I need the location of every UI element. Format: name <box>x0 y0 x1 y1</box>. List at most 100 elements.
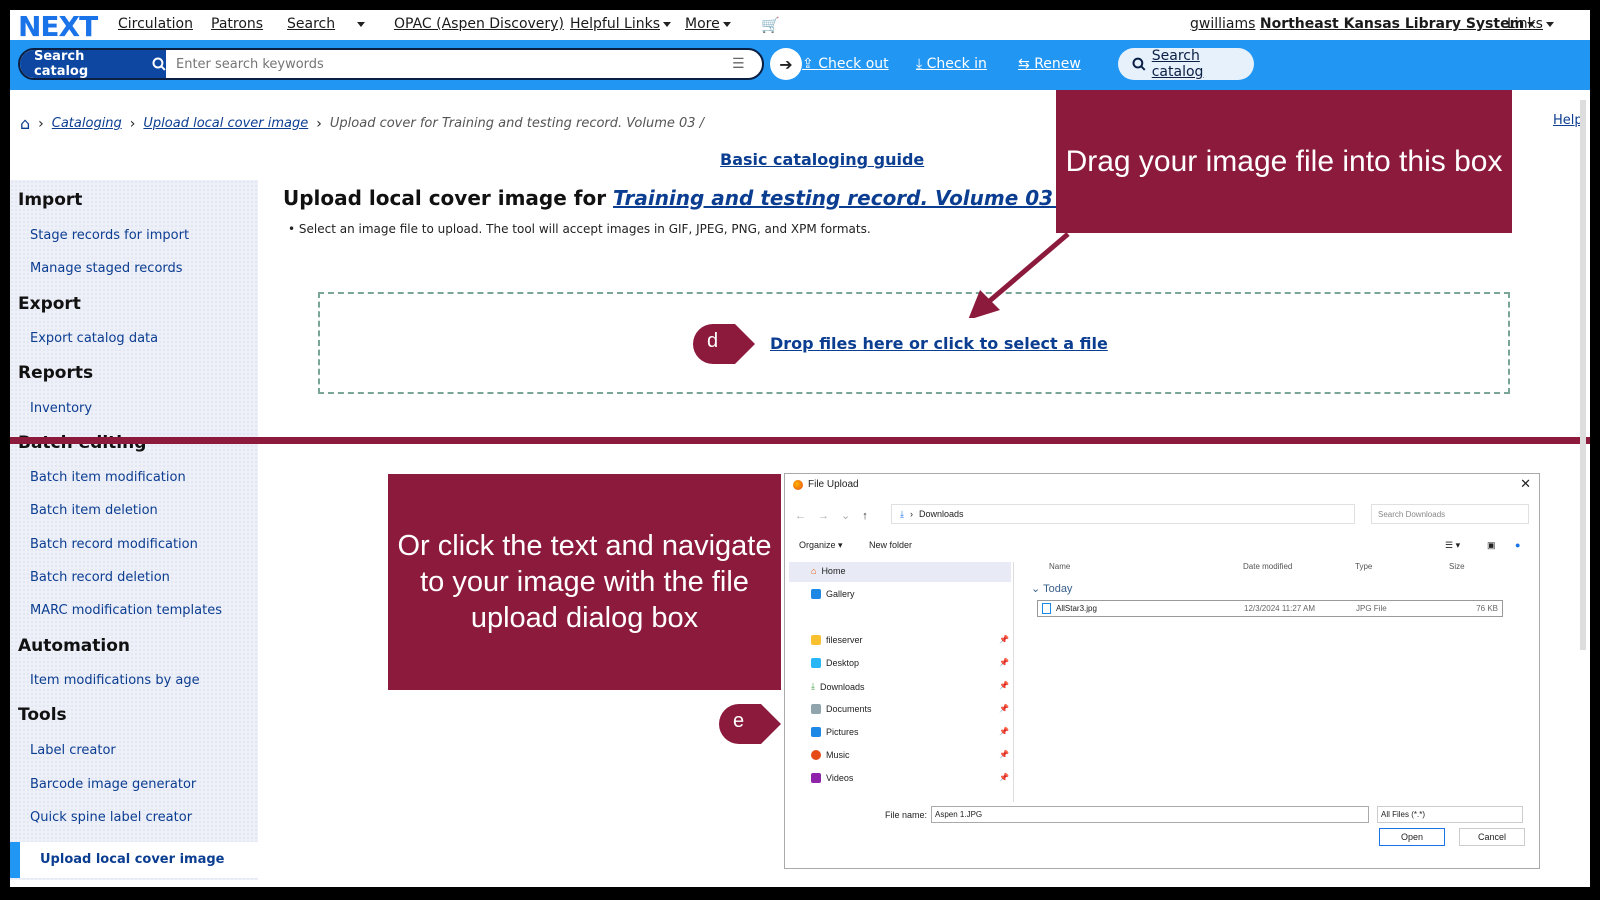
help-icon[interactable]: ● <box>1515 540 1520 550</box>
cancel-button[interactable]: Cancel <box>1459 828 1525 846</box>
sidebar-item-upload-cover-label: Upload local cover image <box>40 852 225 867</box>
tree-item-music-label: Music <box>826 750 850 760</box>
image-file-icon <box>1042 603 1051 614</box>
tree-item-pictures[interactable]: Pictures <box>811 727 859 737</box>
pin-icon: 📌 <box>999 773 1009 782</box>
search-catalog-dropdown[interactable]: Search catalog <box>20 49 166 79</box>
sidebar-item-upload-cover-active[interactable]: Upload local cover image <box>10 842 258 878</box>
breadcrumb-cataloging[interactable]: Cataloging <box>52 116 122 131</box>
tree-item-desktop[interactable]: Desktop <box>811 658 859 668</box>
search-dropdown-caret[interactable] <box>354 16 365 32</box>
sidebar-item-batch-item-mod[interactable]: Batch item modification <box>30 470 186 485</box>
help-link[interactable]: Help <box>1553 113 1583 128</box>
file-row[interactable]: AllStar3.jpg 12/3/2024 11:27 AM JPG File… <box>1037 600 1503 617</box>
view-options-icon[interactable]: ☰ ▾ <box>1445 540 1460 551</box>
search-box: Search catalog ☰ <box>18 48 764 80</box>
dialog-nav-buttons[interactable]: ←→⌄↑ <box>795 509 880 522</box>
check-in-label: Check in <box>926 56 987 72</box>
nav-links[interactable]: Links <box>1507 16 1554 32</box>
home-icon[interactable]: ⌂ <box>20 114 30 133</box>
user-name: gwilliams <box>1190 16 1256 32</box>
search-submit-button[interactable]: ➔ <box>770 48 802 80</box>
tree-item-documents[interactable]: Documents <box>811 704 872 714</box>
document-icon <box>811 704 821 714</box>
pin-icon: 📌 <box>999 635 1009 644</box>
check-in-link[interactable]: ⤓ Check in <box>916 56 987 72</box>
cart-icon[interactable]: 🛒 <box>761 16 780 34</box>
pin-icon: 📌 <box>999 727 1009 736</box>
breadcrumb-separator: › <box>38 115 44 132</box>
user-menu[interactable]: gwilliams Northeast Kansas Library Syste… <box>1190 16 1536 32</box>
sidebar-item-barcode-generator[interactable]: Barcode image generator <box>30 777 196 792</box>
filter-icon[interactable]: ☰ <box>732 56 748 72</box>
sidebar-item-export-catalog[interactable]: Export catalog data <box>30 331 158 346</box>
search-catalog-button[interactable]: Search catalog <box>1118 48 1254 80</box>
nav-search[interactable]: Search <box>287 16 335 32</box>
nav-more[interactable]: More <box>685 16 731 32</box>
video-icon <box>811 773 821 783</box>
nav-opac[interactable]: OPAC (Aspen Discovery) <box>394 16 564 32</box>
breadcrumb-upload-cover[interactable]: Upload local cover image <box>143 116 308 131</box>
nav-more-label: More <box>685 16 720 32</box>
column-size[interactable]: Size <box>1449 562 1465 571</box>
music-icon <box>811 750 821 760</box>
tree-item-videos[interactable]: Videos <box>811 773 853 783</box>
sidebar-item-batch-item-del[interactable]: Batch item deletion <box>30 503 158 518</box>
tree-item-gallery-label: Gallery <box>826 589 855 599</box>
renew-link[interactable]: ⇆ Renew <box>1018 56 1081 72</box>
nav-helpful-links[interactable]: Helpful Links <box>570 16 672 32</box>
sidebar-item-label-creator[interactable]: Label creator <box>30 743 116 758</box>
sidebar-item-stage-records[interactable]: Stage records for import <box>30 228 189 243</box>
pin-icon: 📌 <box>999 658 1009 667</box>
column-type[interactable]: Type <box>1355 562 1372 571</box>
group-today-label: Today <box>1043 583 1073 595</box>
nav-circulation[interactable]: Circulation <box>118 16 193 32</box>
group-today[interactable]: ⌄ Today <box>1031 582 1072 595</box>
tree-item-home-label: Home <box>821 566 846 576</box>
page-scrollbar[interactable] <box>1580 100 1586 650</box>
open-button[interactable]: Open <box>1379 828 1445 846</box>
sidebar-heading-reports: Reports <box>18 363 94 383</box>
chevron-down-icon <box>357 21 365 27</box>
column-date[interactable]: Date modified <box>1243 562 1292 571</box>
sidebar-item-marc-templates[interactable]: MARC modification templates <box>30 603 222 618</box>
record-title-link[interactable]: Training and testing record. Volume 03 / <box>613 186 1067 210</box>
dialog-address-text: Downloads <box>918 509 964 519</box>
sidebar-item-batch-record-del[interactable]: Batch record deletion <box>30 570 170 585</box>
tree-item-home[interactable]: ⌂ Home <box>811 566 845 576</box>
tree-item-documents-label: Documents <box>826 704 872 714</box>
app-logo[interactable]: NEXT <box>18 13 98 41</box>
search-input[interactable] <box>170 52 730 76</box>
sidebar-item-spine-label[interactable]: Quick spine label creator <box>30 810 192 825</box>
sidebar-item-batch-record-mod[interactable]: Batch record modification <box>30 537 198 552</box>
sidebar-heading-tools: Tools <box>18 705 67 725</box>
organize-button[interactable]: Organize ▾ <box>799 540 843 551</box>
library-name: Northeast Kansas Library System <box>1259 16 1525 32</box>
tree-item-music[interactable]: Music <box>811 750 850 760</box>
nav-links-label: Links <box>1507 16 1543 32</box>
preview-pane-icon[interactable]: ▣ <box>1487 540 1496 551</box>
renew-label: Renew <box>1034 56 1081 72</box>
new-folder-button[interactable]: New folder <box>869 540 912 550</box>
sidebar-item-manage-staged[interactable]: Manage staged records <box>30 261 183 276</box>
tree-item-gallery[interactable]: Gallery <box>811 589 855 599</box>
nav-patrons[interactable]: Patrons <box>211 16 263 32</box>
tree-item-downloads[interactable]: ⤓ Downloads <box>811 681 865 692</box>
dialog-address-bar[interactable]: ⤓ › Downloads <box>891 504 1355 524</box>
callout-arrow <box>968 232 1070 318</box>
close-icon[interactable]: ✕ <box>1520 476 1531 492</box>
file-type-select[interactable]: All Files (*.*) <box>1377 806 1523 823</box>
cataloging-guide-link[interactable]: Basic cataloging guide <box>720 150 924 169</box>
sidebar-item-item-mods-age[interactable]: Item modifications by age <box>30 673 200 688</box>
breadcrumb-separator: › <box>316 115 322 132</box>
breadcrumb-current: Upload cover for Training and testing re… <box>329 116 705 131</box>
tree-item-fileserver[interactable]: fileserver <box>811 635 863 645</box>
dialog-search-input[interactable]: Search Downloads <box>1371 504 1529 524</box>
column-name[interactable]: Name <box>1049 562 1070 571</box>
select-file-link[interactable]: Drop files here or click to select a fil… <box>770 334 1108 353</box>
check-out-link[interactable]: ⇪ Check out <box>802 56 889 72</box>
file-name-input[interactable]: Aspen 1.JPG <box>931 806 1369 823</box>
sidebar-item-inventory[interactable]: Inventory <box>30 401 92 416</box>
search-catalog-label: Search catalog <box>34 49 89 79</box>
pin-icon: 📌 <box>999 704 1009 713</box>
